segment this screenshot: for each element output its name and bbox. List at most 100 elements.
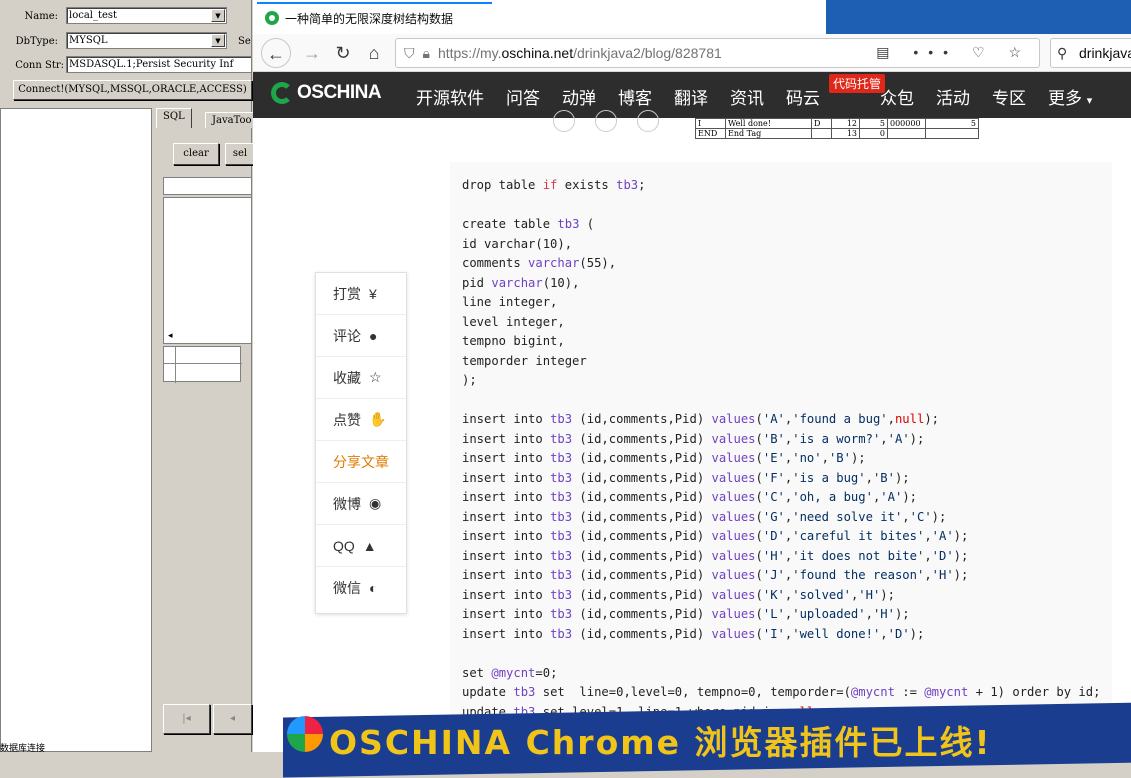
- code-block: drop table if exists tb3; create table t…: [450, 162, 1112, 762]
- url-prefix: https://my.: [437, 45, 502, 61]
- table-row: I Well done! D 12 5 000000 5: [695, 118, 979, 129]
- share-item-comment[interactable]: 评论 ●: [316, 315, 406, 357]
- code-line: comments varchar(55),: [462, 256, 617, 270]
- nav-item-qa[interactable]: 问答: [506, 84, 540, 109]
- code-line: level integer,: [462, 314, 565, 329]
- article-content: I Well done! D 12 5 000000 5 END End Tag…: [253, 110, 1131, 778]
- code-line: );: [462, 373, 477, 387]
- name-value: local_test: [69, 10, 118, 21]
- nav-item-blog[interactable]: 博客: [618, 84, 652, 109]
- reload-icon[interactable]: ↻: [328, 38, 358, 68]
- code-line: insert into tb3 (id,comments,Pid) values…: [462, 470, 910, 485]
- logo-text: OSCHINA: [297, 82, 382, 103]
- name-label: Name:: [24, 11, 58, 22]
- code-line: insert into tb3 (id,comments,Pid) values…: [462, 587, 895, 602]
- result-grid[interactable]: [163, 346, 242, 383]
- tab-sql[interactable]: SQL: [156, 108, 192, 128]
- code-line: drop table if exists tb3;: [462, 178, 646, 192]
- share-item-favorite[interactable]: 收藏 ☆: [316, 357, 406, 399]
- code-line: insert into tb3 (id,comments,Pid) values…: [462, 451, 866, 465]
- yen-icon: ¥: [369, 285, 377, 302]
- share-item-wechat[interactable]: 微信 ◐: [316, 567, 406, 609]
- reader-view-icon[interactable]: ▤: [876, 44, 899, 60]
- qq-icon: ▲: [362, 537, 377, 554]
- tree-panel[interactable]: [0, 108, 152, 752]
- connstr-input[interactable]: MSDASQL.1;Persist Security Inf: [66, 56, 252, 73]
- code-line: insert into tb3 (id,comments,Pid) values…: [462, 548, 969, 563]
- first-record-button[interactable]: |◂: [163, 704, 210, 734]
- desktop-background: [826, 0, 1131, 34]
- code-line: insert into tb3 (id,comments,Pid) values…: [462, 626, 925, 641]
- code-line: insert into tb3 (id,comments,Pid) values…: [462, 431, 925, 446]
- wechat-icon: ◐: [369, 580, 378, 596]
- back-icon[interactable]: ←: [261, 38, 291, 68]
- nav-item-open-source[interactable]: 开源软件: [416, 84, 484, 109]
- dbtype-label: DbType:: [15, 36, 58, 47]
- bookmark-star-icon[interactable]: ☆: [1008, 44, 1031, 60]
- comment-icon: ●: [369, 327, 378, 344]
- toolbar-circles: [553, 110, 679, 135]
- connect-button[interactable]: Connect!(MYSQL,MSSQL,ORACLE,ACCESS): [13, 80, 252, 100]
- chrome-plugin-logo-icon: [287, 716, 323, 752]
- name-combo[interactable]: local_test ▼: [66, 7, 227, 24]
- gitee-badge: 代码托管: [829, 74, 886, 93]
- nav-item-translate[interactable]: 翻译: [674, 84, 708, 109]
- pocket-icon[interactable]: ♡: [972, 44, 995, 60]
- code-line: line integer,: [462, 295, 558, 309]
- chevron-down-icon[interactable]: ▼: [211, 9, 225, 22]
- nav-item-zones[interactable]: 专区: [992, 84, 1026, 109]
- code-line: temporder integer: [462, 353, 587, 368]
- status-text: 数据库连接: [0, 744, 46, 754]
- share-item-weibo[interactable]: 微博 ◉: [316, 483, 406, 525]
- oschina-logo[interactable]: OSCHINA: [271, 82, 382, 104]
- site-nav: 开源软件 问答 动弹 博客 翻译 资讯 码云 众包 活动 专区 更多 ▾: [416, 84, 1114, 109]
- connstr-label: Conn Str:: [15, 60, 64, 71]
- sel-button[interactable]: sel: [225, 143, 255, 165]
- nav-item-tweets[interactable]: 动弹: [562, 84, 596, 109]
- oschina-logo-icon: [271, 82, 293, 104]
- share-article-heading: 分享文章: [316, 441, 406, 483]
- code-line: insert into tb3 (id,comments,Pid) values…: [462, 412, 940, 426]
- chevron-down-icon[interactable]: ▼: [211, 34, 225, 47]
- nav-item-gitee[interactable]: 码云: [786, 84, 820, 109]
- clear-button[interactable]: clear: [173, 143, 219, 165]
- nav-item-events[interactable]: 活动: [936, 84, 970, 109]
- shield-icon[interactable]: ⛉: [404, 45, 415, 62]
- code-line: insert into tb3 (id,comments,Pid) values…: [462, 607, 910, 621]
- star-icon: ☆: [369, 369, 382, 385]
- share-item-reward[interactable]: 打赏 ¥: [316, 273, 406, 315]
- site-header: OSCHINA 开源软件 问答 动弹 博客 翻译 资讯 码云 众包 活动 专区 …: [253, 72, 1131, 118]
- share-sidebar: 打赏 ¥ 评论 ● 收藏 ☆ 点赞 ✋ 分享文章 微博 ◉ QQ ▲ 微信 ◐: [315, 272, 407, 614]
- dbtype-combo[interactable]: MYSQL ▼: [66, 32, 227, 49]
- forward-icon[interactable]: →: [297, 38, 327, 68]
- sql-editor[interactable]: ◂: [163, 197, 252, 344]
- prev-record-button[interactable]: ◂: [213, 704, 252, 734]
- nav-item-more[interactable]: 更多 ▾: [1048, 84, 1092, 109]
- code-line: set @mycnt=0;: [462, 665, 558, 680]
- page-actions-icon[interactable]: •••: [913, 44, 958, 60]
- url-bar[interactable]: ⛉ 🔒︎ https://my. oschina.net/drinkjava2/b…: [395, 38, 1040, 68]
- browser-window: 一种简单的无限深度树结构数据 ← → ↻ ⌂ ⛉ 🔒︎ https://my. o…: [253, 0, 1131, 778]
- search-input[interactable]: ⚲ drinkjava: [1050, 38, 1131, 68]
- scroll-left-icon[interactable]: ◂: [168, 331, 173, 341]
- table-row: END End Tag 13 0: [695, 128, 979, 139]
- sql-input[interactable]: [163, 177, 252, 195]
- share-item-qq[interactable]: QQ ▲: [316, 525, 406, 567]
- nav-item-news[interactable]: 资讯: [730, 84, 764, 109]
- search-icon: ⚲: [1057, 45, 1068, 61]
- code-line: id varchar(10),: [462, 236, 573, 251]
- lock-icon[interactable]: 🔒︎: [423, 45, 430, 62]
- code-line: pid varchar(10),: [462, 275, 580, 290]
- share-item-like[interactable]: 点赞 ✋: [316, 399, 406, 441]
- weibo-icon: ◉: [369, 495, 382, 511]
- code-line: insert into tb3 (id,comments,Pid) values…: [462, 509, 947, 524]
- browser-tab[interactable]: 一种简单的无限深度树结构数据: [257, 2, 492, 32]
- tab-javatool[interactable]: JavaToo: [205, 112, 259, 128]
- nav-item-crowdsource[interactable]: 众包: [880, 84, 914, 109]
- code-line: insert into tb3 (id,comments,Pid) values…: [462, 529, 969, 543]
- home-icon[interactable]: ⌂: [359, 38, 389, 68]
- code-line: insert into tb3 (id,comments,Pid) values…: [462, 568, 969, 582]
